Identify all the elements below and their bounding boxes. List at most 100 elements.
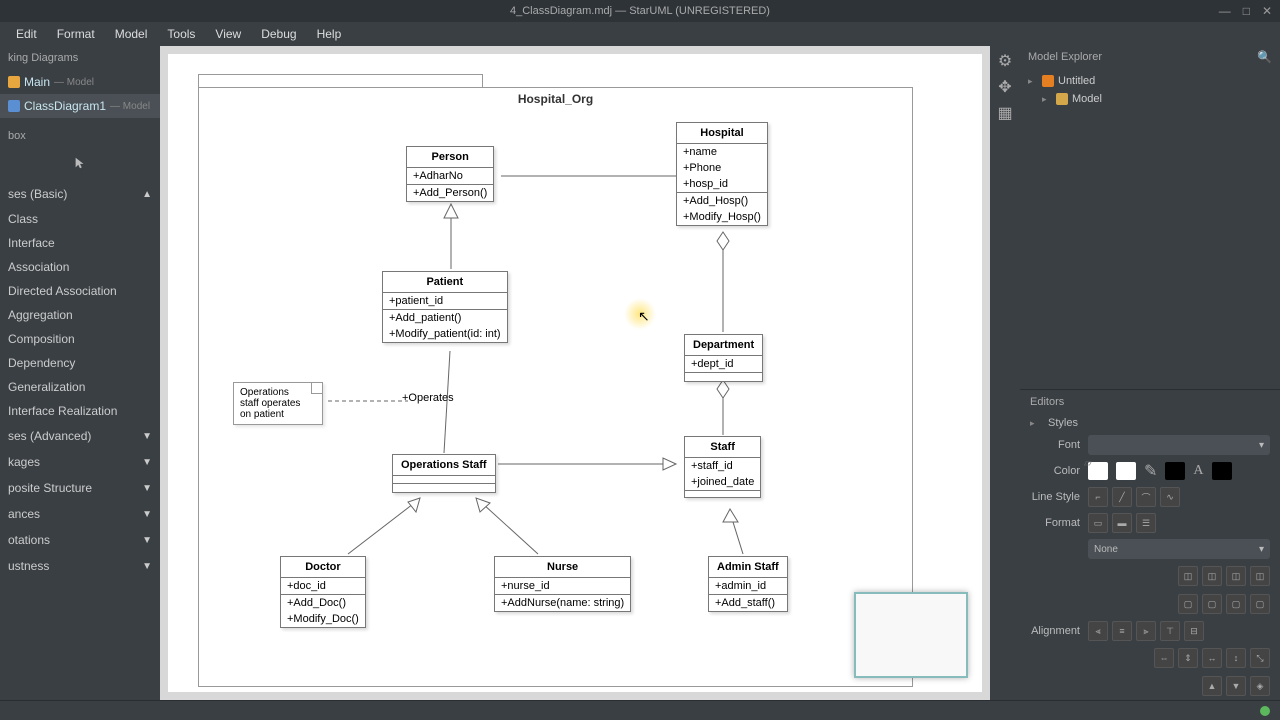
layer-back-icon[interactable]: ▼ xyxy=(1226,676,1246,696)
tool-interface[interactable]: Interface xyxy=(0,231,160,255)
window-title: 4_ClassDiagram.mdj — StarUML (UNREGISTER… xyxy=(510,5,770,17)
layer-front-icon[interactable]: ▲ xyxy=(1202,676,1222,696)
tool-composition[interactable]: Composition xyxy=(0,327,160,351)
menu-debug[interactable]: Debug xyxy=(251,23,306,45)
tool-grid-icon[interactable]: ▦ xyxy=(994,102,1016,124)
format-3-icon[interactable]: ☰ xyxy=(1136,513,1156,533)
class-admin[interactable]: Admin Staff +admin_id +Add_staff() xyxy=(708,556,788,612)
stereotype-3-icon[interactable]: ◫ xyxy=(1226,566,1246,586)
model-icon xyxy=(1056,93,1068,105)
tool-generalization[interactable]: Generalization xyxy=(0,375,160,399)
stereotype-4-icon[interactable]: ◫ xyxy=(1250,566,1270,586)
class-department[interactable]: Department +dept_id xyxy=(684,334,763,382)
pen-icon[interactable]: ✎ xyxy=(1144,461,1157,481)
menu-format[interactable]: Format xyxy=(47,23,105,45)
line-oblique-icon[interactable]: ╱ xyxy=(1112,487,1132,507)
fill-white[interactable] xyxy=(1116,462,1136,480)
canvas-container[interactable]: Hospital_Org xyxy=(160,46,990,700)
canvas[interactable]: Hospital_Org xyxy=(168,54,982,692)
class-doctor[interactable]: Doctor +doc_id +Add_Doc() +Modify_Doc() xyxy=(280,556,366,628)
explorer-header: Model Explorer xyxy=(1028,51,1249,63)
class-hospital[interactable]: Hospital +name +Phone +hosp_id +Add_Hosp… xyxy=(676,122,768,226)
maximize-button[interactable]: □ xyxy=(1243,4,1250,18)
text-color-icon[interactable]: A xyxy=(1193,463,1203,479)
layer-auto-icon[interactable]: ◈ xyxy=(1250,676,1270,696)
alignment-label: Alignment xyxy=(1030,625,1080,637)
search-icon[interactable]: 🔍 xyxy=(1257,50,1272,64)
op-4-icon[interactable]: ▢ xyxy=(1250,594,1270,614)
font-dropdown[interactable]: ▾ xyxy=(1088,435,1270,455)
tree-classdiagram[interactable]: ClassDiagram1 — Model xyxy=(0,94,160,118)
right-panel: Model Explorer 🔍 ▸ Untitled ▸ Model Edit… xyxy=(1020,46,1280,700)
note-operations[interactable]: Operations staff operates on patient xyxy=(233,382,323,425)
minimize-button[interactable]: — xyxy=(1219,4,1231,18)
tool-association[interactable]: Association xyxy=(0,255,160,279)
tool-class[interactable]: Class xyxy=(0,207,160,231)
align-middle-icon[interactable]: ⊟ xyxy=(1184,621,1204,641)
menu-help[interactable]: Help xyxy=(307,23,352,45)
class-patient[interactable]: Patient +patient_id +Add_patient() +Modi… xyxy=(382,271,508,343)
align-center-icon[interactable]: ≡ xyxy=(1112,621,1132,641)
fill-color[interactable]: ▱ xyxy=(1088,462,1108,480)
line-curve-icon[interactable]: ∿ xyxy=(1160,487,1180,507)
titlebar: 4_ClassDiagram.mdj — StarUML (UNREGISTER… xyxy=(0,0,1280,22)
dist-v-icon[interactable]: ⇕ xyxy=(1178,648,1198,668)
right-toolbar: ⚙ ✥ ▦ xyxy=(990,46,1020,700)
left-panel: king Diagrams Main — Model ClassDiagram1… xyxy=(0,46,160,700)
statusbar xyxy=(0,700,1280,720)
format-dropdown[interactable]: None▾ xyxy=(1088,539,1270,559)
diagrams-header: king Diagrams xyxy=(0,46,160,70)
section-annotations[interactable]: otations▼ xyxy=(0,527,160,553)
dist-h-icon[interactable]: ⇔ xyxy=(1154,648,1174,668)
section-basic[interactable]: ses (Basic)▲ xyxy=(0,181,160,207)
styles-row[interactable]: ▸ Styles xyxy=(1020,414,1280,432)
tree-main[interactable]: Main — Model xyxy=(0,70,160,94)
explorer-untitled[interactable]: ▸ Untitled xyxy=(1028,72,1272,90)
section-instances[interactable]: ances▼ xyxy=(0,501,160,527)
tool-aggregation[interactable]: Aggregation xyxy=(0,303,160,327)
stereotype-2-icon[interactable]: ◫ xyxy=(1202,566,1222,586)
section-advanced[interactable]: ses (Advanced)▼ xyxy=(0,423,160,449)
size-both-icon[interactable]: ⤡ xyxy=(1250,648,1270,668)
class-nurse[interactable]: Nurse +nurse_id +AddNurse(name: string) xyxy=(494,556,631,612)
section-composite[interactable]: posite Structure▼ xyxy=(0,475,160,501)
section-packages[interactable]: kages▼ xyxy=(0,449,160,475)
menu-edit[interactable]: Edit xyxy=(6,23,47,45)
format-2-icon[interactable]: ▬ xyxy=(1112,513,1132,533)
line-rect-icon[interactable]: ⌐ xyxy=(1088,487,1108,507)
close-button[interactable]: ✕ xyxy=(1262,4,1272,18)
package-tab[interactable] xyxy=(198,74,483,88)
tool-realization[interactable]: Interface Realization xyxy=(0,399,160,423)
op-3-icon[interactable]: ▢ xyxy=(1226,594,1246,614)
tool-move-icon[interactable]: ✥ xyxy=(994,76,1016,98)
menu-view[interactable]: View xyxy=(205,23,251,45)
size-w-icon[interactable]: ↔ xyxy=(1202,648,1222,668)
explorer-model[interactable]: ▸ Model xyxy=(1028,90,1272,108)
op-1-icon[interactable]: ▢ xyxy=(1178,594,1198,614)
align-right-icon[interactable]: ⫸ xyxy=(1136,621,1156,641)
text-black[interactable] xyxy=(1212,462,1232,480)
menu-tools[interactable]: Tools xyxy=(157,23,205,45)
status-ok-icon xyxy=(1260,706,1270,716)
format-1-icon[interactable]: ▭ xyxy=(1088,513,1108,533)
format-label: Format xyxy=(1030,517,1080,529)
cursor-tool[interactable] xyxy=(0,148,160,181)
align-top-icon[interactable]: ⊤ xyxy=(1160,621,1180,641)
minimap[interactable] xyxy=(854,592,968,678)
stereotype-1-icon[interactable]: ◫ xyxy=(1178,566,1198,586)
class-opstaff[interactable]: Operations Staff xyxy=(392,454,496,493)
color-label: Color xyxy=(1030,465,1080,477)
class-person[interactable]: Person +AdharNo +Add_Person() xyxy=(406,146,494,202)
package-title: Hospital_Org xyxy=(198,92,913,106)
op-2-icon[interactable]: ▢ xyxy=(1202,594,1222,614)
tool-dependency[interactable]: Dependency xyxy=(0,351,160,375)
align-left-icon[interactable]: ⫷ xyxy=(1088,621,1108,641)
line-rounded-icon[interactable]: ⌒ xyxy=(1136,487,1156,507)
tool-directed[interactable]: Directed Association xyxy=(0,279,160,303)
line-black[interactable] xyxy=(1165,462,1185,480)
tool-extension-icon[interactable]: ⚙ xyxy=(994,50,1016,72)
class-staff[interactable]: Staff +staff_id +joined_date xyxy=(684,436,761,498)
section-robustness[interactable]: ustness▼ xyxy=(0,553,160,579)
menu-model[interactable]: Model xyxy=(105,23,158,45)
size-h-icon[interactable]: ↕ xyxy=(1226,648,1246,668)
